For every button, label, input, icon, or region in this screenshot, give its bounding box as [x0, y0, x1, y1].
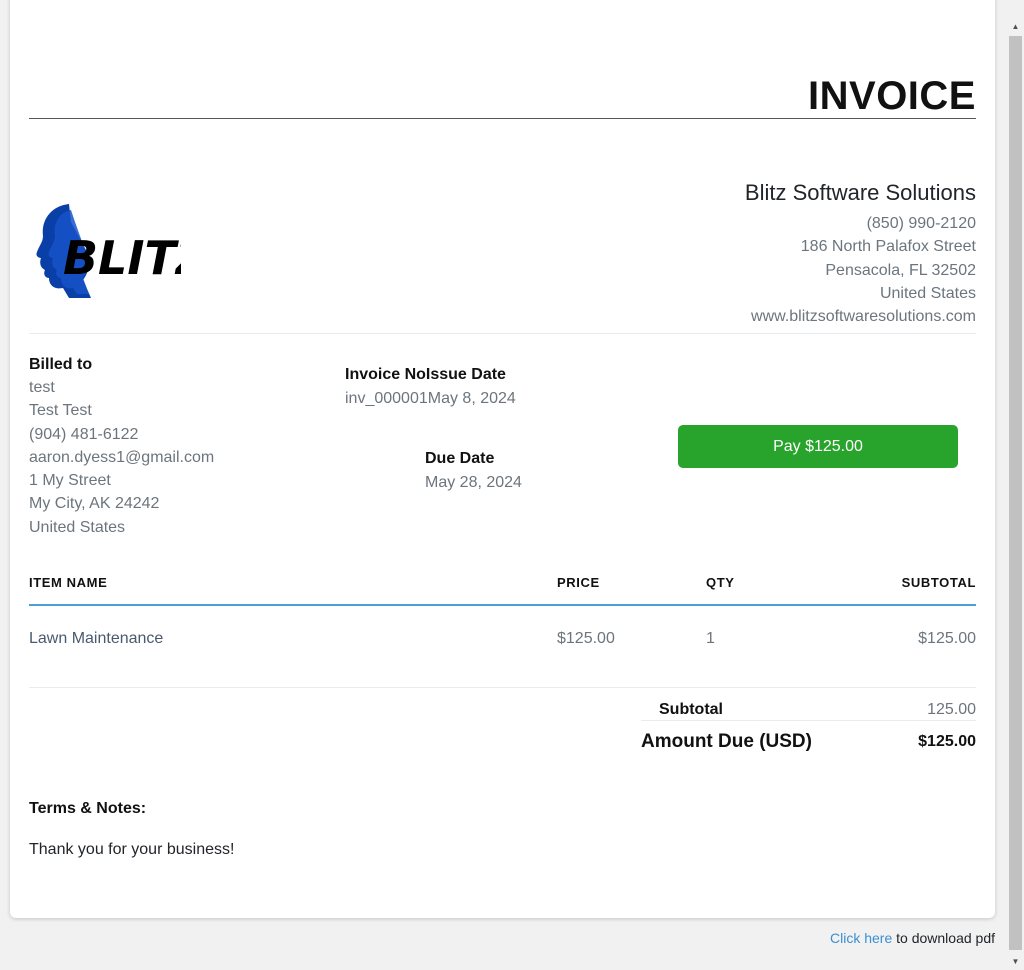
- header-divider: [29, 333, 976, 334]
- download-link[interactable]: Click here: [830, 930, 892, 946]
- table-header-rule: [29, 604, 976, 606]
- row-qty: 1: [706, 630, 715, 647]
- col-header-qty: QTY: [706, 575, 735, 590]
- blitz-logo: BLITZ: [36, 204, 181, 298]
- company-name: Blitz Software Solutions: [744, 180, 976, 205]
- invoice-number: inv_000001: [345, 390, 428, 407]
- scroll-up-icon[interactable]: ▲: [1007, 18, 1024, 35]
- subtotal-label: Subtotal: [659, 701, 723, 718]
- company-website: www.blitzsoftwaresolutions.com: [751, 308, 976, 326]
- col-header-item: ITEM NAME: [29, 575, 108, 590]
- download-pdf: Click here to download pdf: [830, 930, 995, 946]
- billed-to-line: My City, AK 24242: [29, 495, 160, 513]
- subtotal-value: 125.00: [927, 701, 976, 718]
- invoice-title: INVOICE: [808, 74, 976, 118]
- invoice-number-issue-date: Invoice NoIssue Date inv_000001May 8, 20…: [345, 366, 516, 408]
- totals-divider: [641, 720, 976, 721]
- billed-to-line: test: [29, 379, 55, 396]
- pay-button[interactable]: Pay $125.00: [678, 425, 958, 468]
- billed-to-line: United States: [29, 518, 126, 536]
- title-divider: [29, 118, 976, 119]
- scroll-down-icon[interactable]: ▼: [1007, 953, 1024, 970]
- scrollbar-thumb[interactable]: [1009, 36, 1022, 950]
- company-info: Blitz Software Solutions (850) 990-2120 …: [745, 180, 976, 328]
- row-item-name: Lawn Maintenance: [29, 630, 164, 647]
- terms-text: Thank you for your business!: [29, 841, 235, 858]
- invoice-no-label: Invoice No: [345, 366, 426, 383]
- billed-to-line: (904) 481-6122: [29, 425, 139, 443]
- company-city: Pensacola, FL 32502: [825, 261, 976, 279]
- billed-to-label: Billed to: [29, 356, 93, 373]
- col-header-price: PRICE: [557, 575, 600, 590]
- company-street: 186 North Palafox Street: [800, 238, 976, 256]
- billed-to: Billed to test Test Test (904) 481-6122 …: [29, 356, 214, 539]
- invoice-card: INVOICE BLITZ Blitz Software Solutions (…: [10, 0, 995, 918]
- due-date-block: Due Date May 28, 2024: [425, 450, 522, 492]
- row-subtotal: $125.00: [918, 630, 976, 647]
- billed-to-line: Test Test: [29, 402, 92, 420]
- billed-to-line: 1 My Street: [29, 472, 111, 490]
- scrollbar[interactable]: ▲ ▼: [1007, 0, 1024, 970]
- due-date-label: Due Date: [425, 450, 495, 467]
- amount-due-label: Amount Due (USD): [641, 731, 812, 752]
- billed-to-line: aaron.dyess1@gmail.com: [29, 448, 215, 466]
- row-price: $125.00: [557, 630, 615, 647]
- logo-wordmark: BLITZ: [63, 231, 181, 285]
- issue-date-label: Issue Date: [425, 366, 506, 383]
- company-phone: (850) 990-2120: [866, 215, 976, 232]
- col-header-subtotal: SUBTOTAL: [901, 575, 976, 590]
- amount-due-value: $125.00: [918, 733, 976, 750]
- download-suffix: to download pdf: [892, 930, 995, 946]
- terms-label: Terms & Notes:: [29, 800, 147, 817]
- issue-date: May 8, 2024: [427, 390, 516, 407]
- table-bottom-divider: [29, 687, 976, 688]
- due-date: May 28, 2024: [425, 474, 522, 491]
- company-country: United States: [879, 284, 976, 302]
